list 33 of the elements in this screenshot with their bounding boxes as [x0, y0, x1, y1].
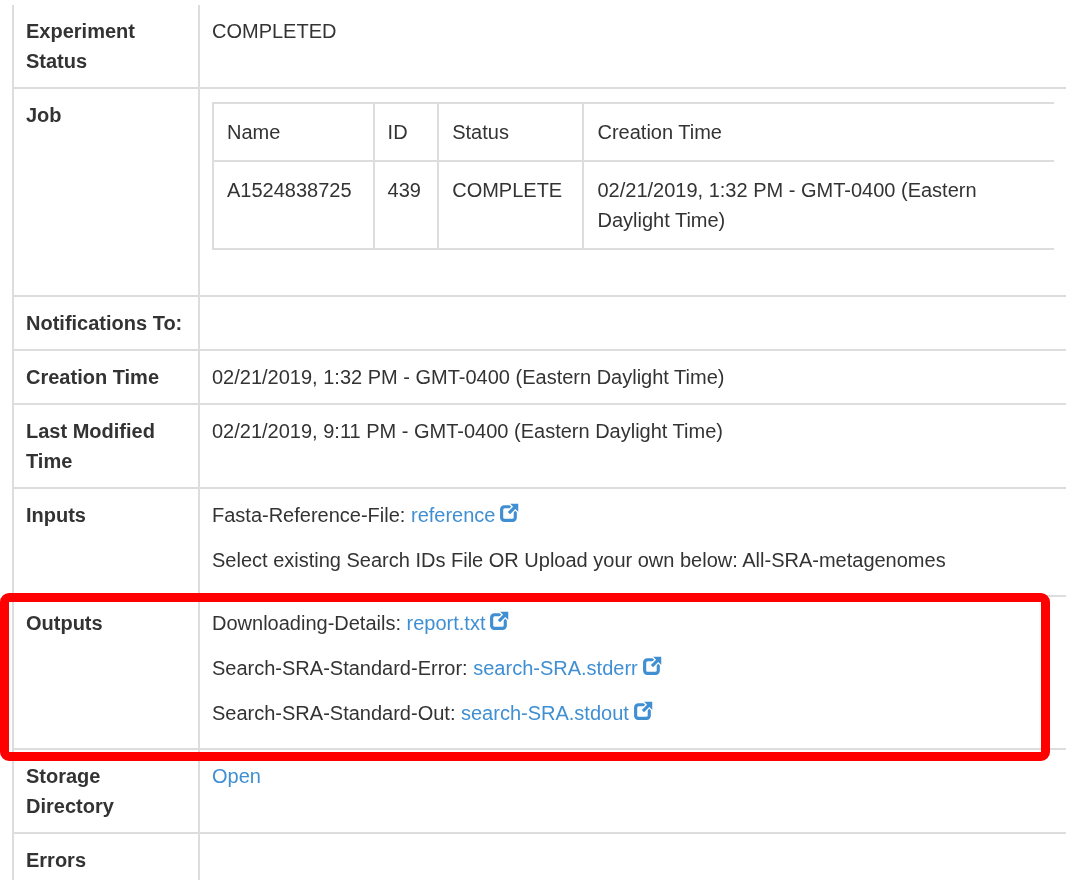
file-link[interactable]: report.txt [406, 612, 486, 634]
field-label: Notifications To: [13, 296, 199, 350]
file-label: Search-SRA-Standard-Error: [212, 657, 468, 679]
column-header: Creation Time [583, 103, 1054, 161]
field-label: Last Modified Time [13, 404, 199, 488]
external-link-icon[interactable] [499, 502, 521, 523]
file-label: Search-SRA-Standard-Out: [212, 702, 456, 724]
table-cell: A1524838725 [227, 179, 352, 201]
field-value: COMPLETED [199, 5, 1066, 88]
field-label: Creation Time [13, 350, 199, 404]
field-value: 02/21/2019, 1:32 PM - GMT-0400 (Eastern Daylight Time) [199, 350, 1066, 404]
field-label: Storage Directory [13, 749, 199, 833]
file-link[interactable]: reference [410, 504, 496, 526]
file-link[interactable]: search-SRA.stdout [461, 702, 629, 724]
column-header: ID [373, 103, 439, 161]
table-cell-text: 02/21/2019, 1:32 PM - GMT-0400 (Eastern Daylight Time) [597, 178, 978, 233]
file-label: Fasta-Reference-File: [212, 504, 406, 526]
field-label: Job [13, 88, 199, 296]
file-label: Select existing Search IDs File OR Upload your own below: All-SRA-metagenomes [212, 549, 946, 571]
column-header: Status [438, 103, 584, 161]
external-link-icon[interactable] [632, 700, 654, 721]
field-label: Experiment Status [13, 5, 199, 88]
external-link-icon[interactable] [641, 655, 663, 676]
field-label: Inputs [13, 488, 199, 596]
table-cell: COMPLETE [452, 179, 563, 201]
table-cell: 439 [387, 179, 421, 201]
external-link-icon[interactable] [489, 610, 511, 631]
field-label: Errors [13, 833, 199, 880]
column-header: Name [213, 103, 374, 161]
file-label: Downloading-Details: [212, 612, 401, 634]
file-link[interactable]: search-SRA.stderr [473, 657, 638, 679]
link[interactable]: Open [212, 765, 261, 787]
field-value: 02/21/2019, 9:11 PM - GMT-0400 (Eastern Daylight Time) [199, 404, 1066, 488]
